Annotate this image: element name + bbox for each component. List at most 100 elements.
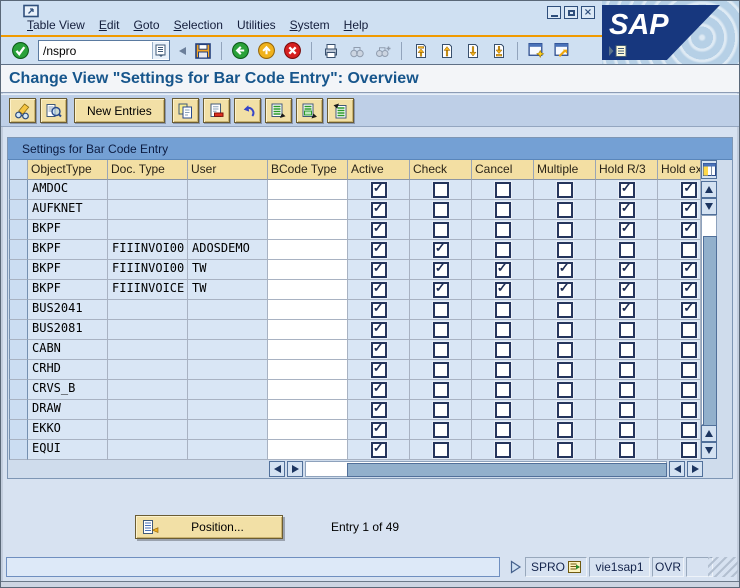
checkbox-multiple[interactable] (557, 382, 573, 398)
menu-item-edit[interactable]: Edit (99, 18, 120, 34)
row-select-cell[interactable] (9, 400, 28, 420)
menu-item-table-view[interactable]: Table View (27, 18, 85, 34)
cell-bcode-type[interactable] (268, 440, 348, 460)
cell-bcode-type[interactable] (268, 340, 348, 360)
row-select-cell[interactable] (9, 340, 28, 360)
checkbox-cancel[interactable] (495, 222, 511, 238)
checkbox-multiple[interactable] (557, 222, 573, 238)
menu-item-goto[interactable]: Goto (134, 18, 160, 34)
checkbox-cancel[interactable] (495, 362, 511, 378)
cancel-button[interactable] (281, 39, 304, 62)
checkbox-hold-ex[interactable] (681, 302, 697, 318)
checkbox-hold-ex[interactable] (681, 402, 697, 418)
cell-bcode-type[interactable] (268, 220, 348, 240)
status-insert-mode[interactable]: OVR (652, 557, 684, 577)
status-transaction-cell[interactable]: SPRO (525, 557, 587, 577)
checkbox-hold-ex[interactable] (681, 422, 697, 438)
vscroll-page-down-button[interactable] (701, 442, 717, 459)
checkbox-active[interactable] (371, 302, 387, 318)
vscroll-thumb[interactable] (703, 236, 717, 426)
column-header-cancel[interactable]: Cancel (472, 160, 534, 180)
column-header-user[interactable]: User (188, 160, 268, 180)
display-view-button[interactable] (40, 98, 67, 123)
row-select-cell[interactable] (9, 260, 28, 280)
checkbox-active[interactable] (371, 242, 387, 258)
page-up-button[interactable] (435, 39, 458, 62)
find-next-button[interactable] (371, 39, 394, 62)
hscroll-left-button-2[interactable] (669, 461, 685, 477)
vscroll-track[interactable] (701, 215, 717, 425)
position-button[interactable]: Position... (135, 515, 283, 539)
vscroll-down-button[interactable] (701, 198, 717, 215)
create-shortcut-button[interactable] (551, 39, 574, 62)
checkbox-cancel[interactable] (495, 182, 511, 198)
checkbox-hold-r3[interactable] (619, 382, 635, 398)
menu-item-selection[interactable]: Selection (174, 18, 223, 34)
checkbox-hold-r3[interactable] (619, 442, 635, 458)
hscroll-thumb[interactable] (347, 463, 667, 477)
checkbox-multiple[interactable] (557, 182, 573, 198)
row-select-cell[interactable] (9, 240, 28, 260)
checkbox-hold-r3[interactable] (619, 302, 635, 318)
checkbox-cancel[interactable] (495, 342, 511, 358)
change-display-button[interactable] (9, 98, 36, 123)
checkbox-cancel[interactable] (495, 422, 511, 438)
checkbox-active[interactable] (371, 322, 387, 338)
checkbox-check[interactable] (433, 402, 449, 418)
checkbox-hold-r3[interactable] (619, 402, 635, 418)
checkbox-active[interactable] (371, 422, 387, 438)
resize-grip[interactable] (708, 557, 738, 577)
checkbox-check[interactable] (433, 342, 449, 358)
minimize-button[interactable] (547, 6, 561, 19)
undo-button[interactable] (234, 98, 261, 123)
checkbox-multiple[interactable] (557, 262, 573, 278)
row-select-cell[interactable] (9, 440, 28, 460)
checkbox-check[interactable] (433, 322, 449, 338)
close-button[interactable]: × (581, 6, 595, 19)
checkbox-hold-ex[interactable] (681, 182, 697, 198)
checkbox-cancel[interactable] (495, 382, 511, 398)
status-message-field[interactable] (6, 557, 500, 577)
checkbox-hold-ex[interactable] (681, 242, 697, 258)
row-select-cell[interactable] (9, 300, 28, 320)
checkbox-multiple[interactable] (557, 442, 573, 458)
column-header-bcode-type[interactable]: BCode Type (268, 160, 348, 180)
row-select-cell[interactable] (9, 200, 28, 220)
checkbox-hold-ex[interactable] (681, 442, 697, 458)
checkbox-multiple[interactable] (557, 202, 573, 218)
checkbox-hold-r3[interactable] (619, 222, 635, 238)
column-header-hold-ext[interactable]: Hold ext (658, 160, 701, 180)
checkbox-hold-r3[interactable] (619, 182, 635, 198)
checkbox-cancel[interactable] (495, 442, 511, 458)
checkbox-hold-r3[interactable] (619, 202, 635, 218)
cell-bcode-type[interactable] (268, 260, 348, 280)
checkbox-cancel[interactable] (495, 282, 511, 298)
checkbox-hold-ex[interactable] (681, 262, 697, 278)
command-collapse-button[interactable] (176, 39, 188, 62)
checkbox-hold-r3[interactable] (619, 282, 635, 298)
new-session-button[interactable] (525, 39, 548, 62)
menu-item-system[interactable]: System (290, 18, 330, 34)
checkbox-check[interactable] (433, 382, 449, 398)
enter-button[interactable] (9, 39, 32, 62)
checkbox-hold-ex[interactable] (681, 222, 697, 238)
checkbox-hold-r3[interactable] (619, 322, 635, 338)
checkbox-active[interactable] (371, 182, 387, 198)
checkbox-hold-ex[interactable] (681, 282, 697, 298)
table-config-button[interactable] (701, 160, 717, 179)
row-select-cell[interactable] (9, 320, 28, 340)
cell-bcode-type[interactable] (268, 180, 348, 200)
checkbox-hold-ex[interactable] (681, 382, 697, 398)
layout-menu-button[interactable] (605, 39, 631, 62)
hscroll-track[interactable] (305, 461, 667, 477)
checkbox-multiple[interactable] (557, 402, 573, 418)
checkbox-cancel[interactable] (495, 322, 511, 338)
page-down-button[interactable] (461, 39, 484, 62)
cell-bcode-type[interactable] (268, 380, 348, 400)
window-menu-icon[interactable] (23, 4, 40, 18)
print-button[interactable] (319, 39, 342, 62)
checkbox-cancel[interactable] (495, 242, 511, 258)
row-select-cell[interactable] (9, 360, 28, 380)
checkbox-hold-r3[interactable] (619, 262, 635, 278)
checkbox-hold-r3[interactable] (619, 342, 635, 358)
